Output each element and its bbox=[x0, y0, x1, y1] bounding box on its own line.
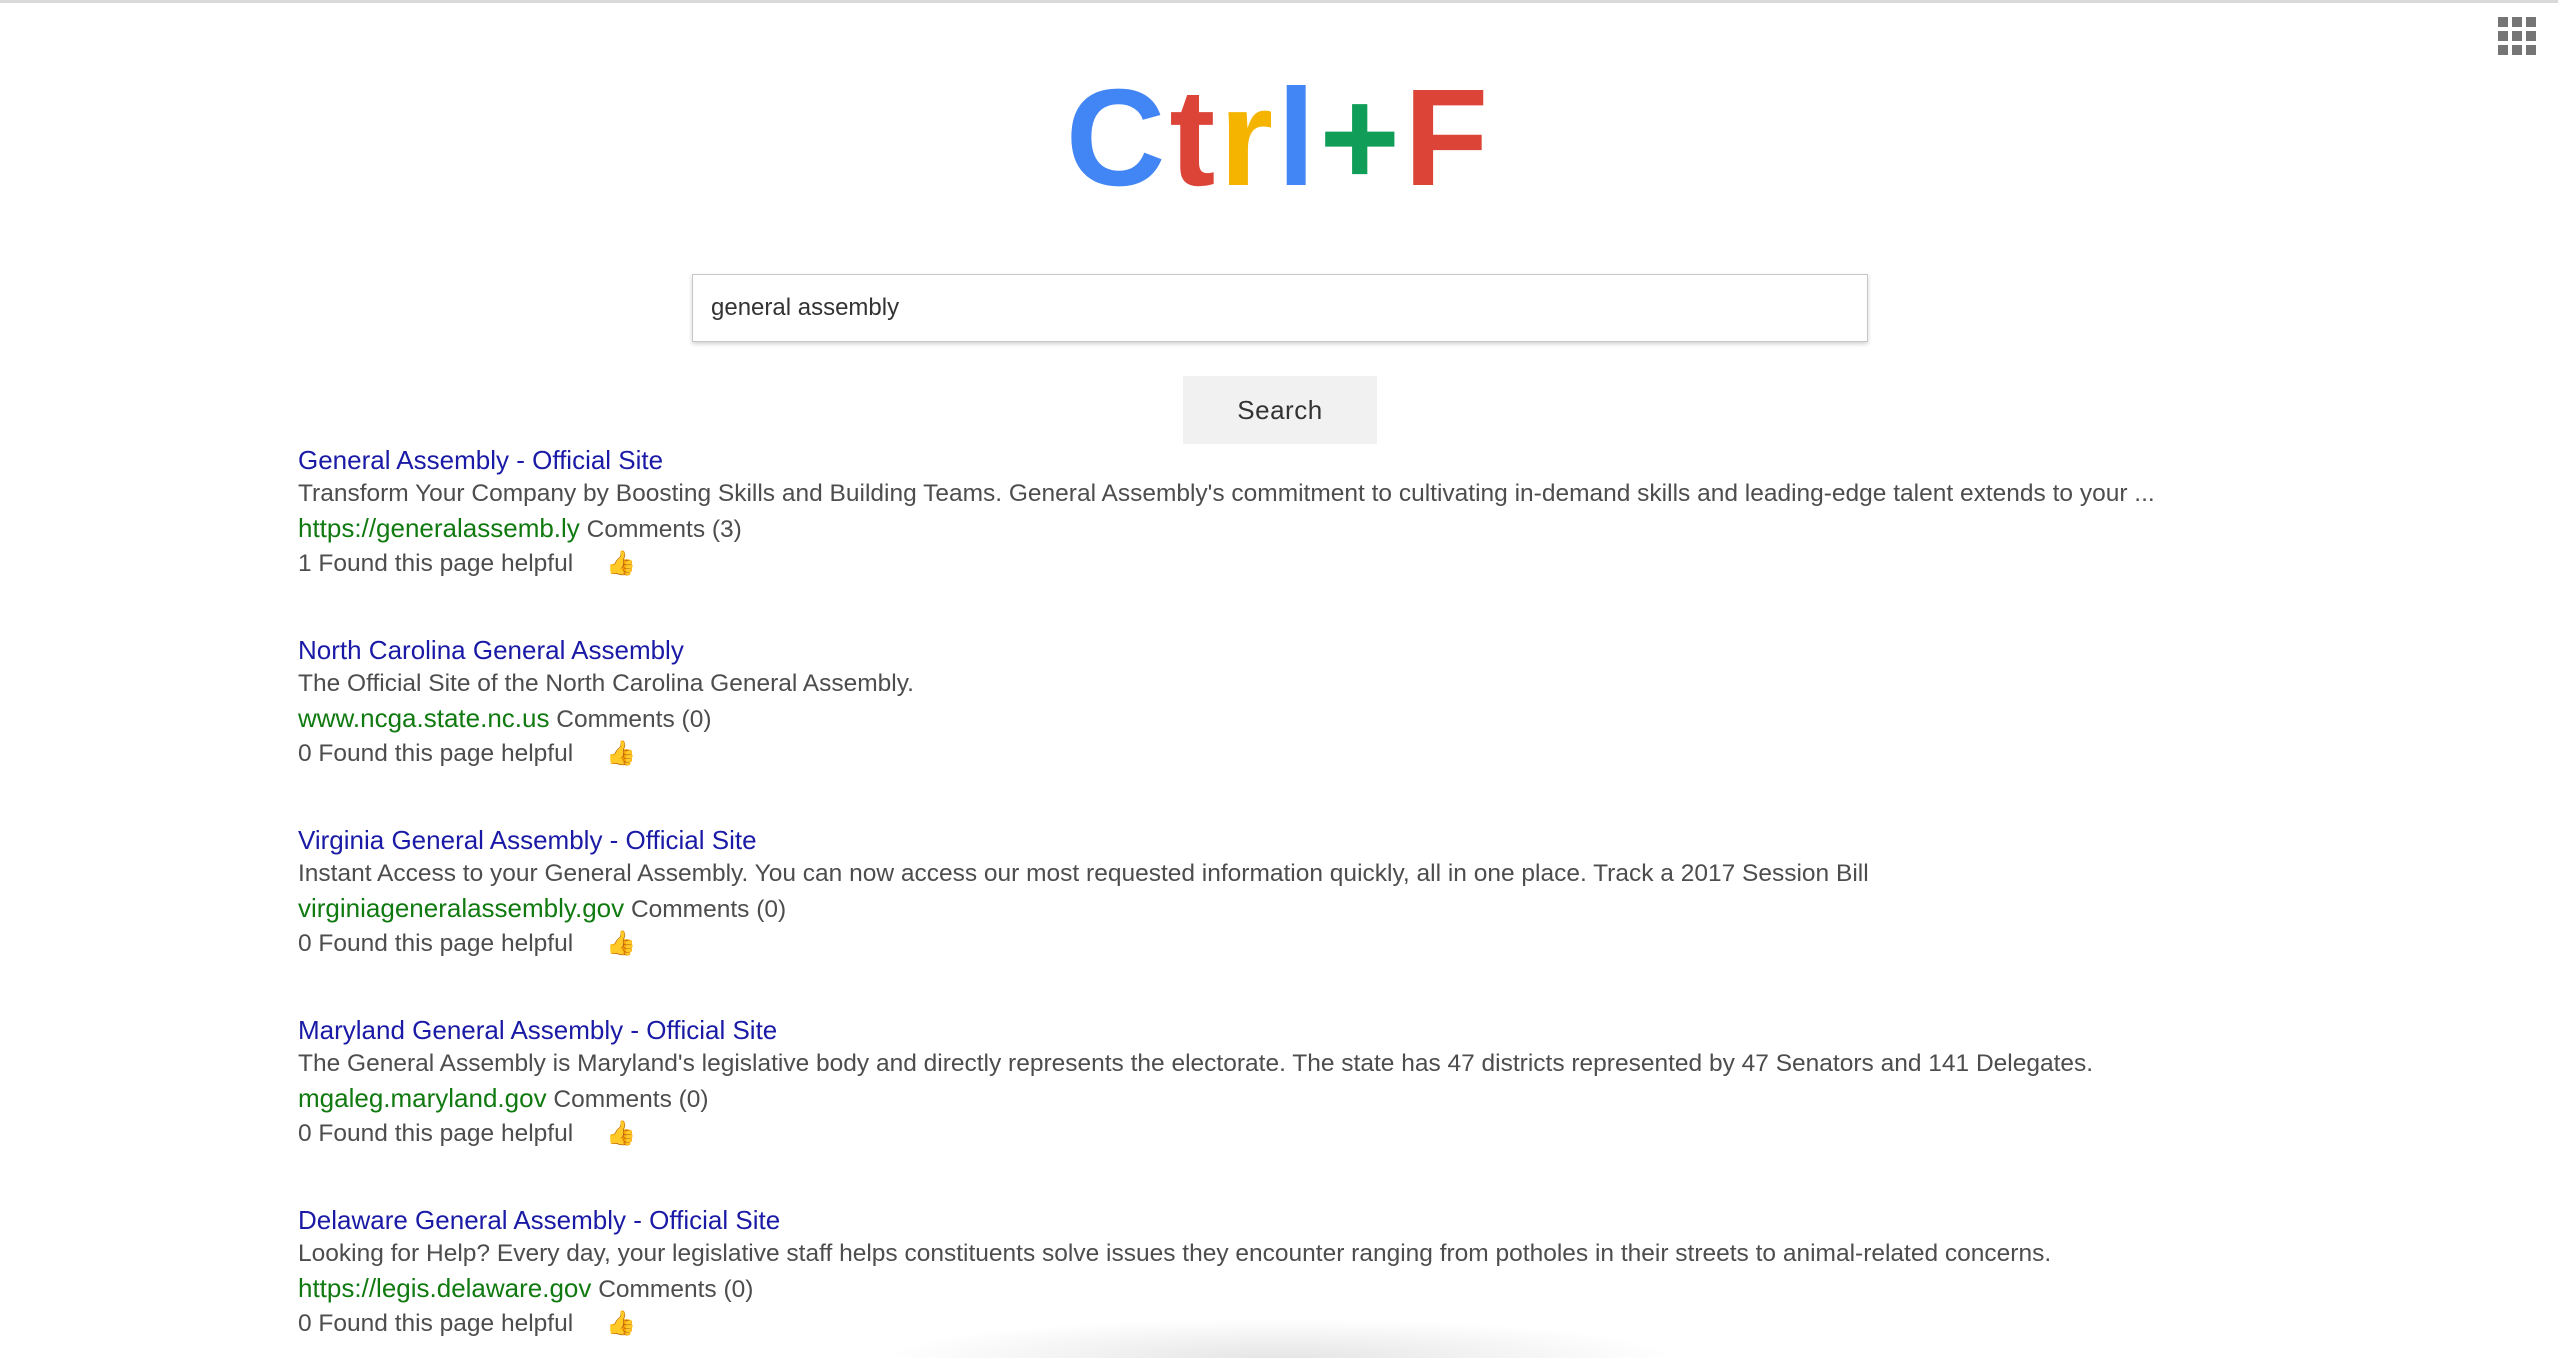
logo-letter: F bbox=[1404, 61, 1493, 215]
result-url-link[interactable]: https://legis.delaware.gov bbox=[298, 1273, 591, 1303]
result-meta: virginiageneralassembly.gov Comments (0) bbox=[298, 891, 2298, 927]
result-snippet: Looking for Help? Every day, your legisl… bbox=[298, 1240, 2052, 1267]
result-comments-link[interactable]: Comments (0) bbox=[553, 1086, 708, 1113]
result-helpful-count: 0 Found this page helpful bbox=[298, 930, 574, 957]
result-snippet: Instant Access to your General Assembly.… bbox=[298, 860, 1869, 887]
search-results: General Assembly - Official Site Transfo… bbox=[298, 443, 2298, 1358]
result-item: General Assembly - Official Site Transfo… bbox=[298, 443, 2298, 633]
result-meta: https://legis.delaware.gov Comments (0) bbox=[298, 1271, 2298, 1307]
result-helpful-count: 1 Found this page helpful bbox=[298, 550, 574, 577]
result-helpful-row: 0 Found this page helpful 👍 bbox=[298, 927, 2298, 961]
apps-grid-dot bbox=[2512, 31, 2522, 41]
logo-letter: + bbox=[1319, 61, 1404, 215]
apps-grid-dot bbox=[2512, 17, 2522, 27]
result-url-link[interactable]: https://generalassemb.ly bbox=[298, 513, 580, 543]
logo-letter: r bbox=[1219, 61, 1278, 215]
result-title-link[interactable]: General Assembly - Official Site bbox=[298, 443, 2298, 477]
apps-grid-dot bbox=[2498, 45, 2508, 55]
result-comments-link[interactable]: Comments (0) bbox=[598, 1276, 753, 1303]
thumbs-up-icon[interactable]: 👍 bbox=[606, 1117, 636, 1151]
result-meta: mgaleg.maryland.gov Comments (0) bbox=[298, 1081, 2298, 1117]
ctrlf-search-page: Ctrl+F Search General Assembly - Officia… bbox=[0, 0, 2558, 1358]
search-input[interactable] bbox=[692, 274, 1868, 342]
logo-letter: l bbox=[1277, 61, 1320, 215]
result-title-link[interactable]: Maryland General Assembly - Official Sit… bbox=[298, 1013, 2298, 1047]
result-helpful-count: 0 Found this page helpful bbox=[298, 1120, 574, 1147]
thumbs-up-icon[interactable]: 👍 bbox=[606, 547, 636, 581]
result-helpful-row: 1 Found this page helpful 👍 bbox=[298, 547, 2298, 581]
result-meta: www.ncga.state.nc.us Comments (0) bbox=[298, 701, 2298, 737]
result-url-link[interactable]: virginiageneralassembly.gov bbox=[298, 893, 624, 923]
bottom-shadow bbox=[880, 1318, 1680, 1358]
result-snippet: The General Assembly is Maryland's legis… bbox=[298, 1050, 2094, 1077]
thumbs-up-icon[interactable]: 👍 bbox=[606, 927, 636, 961]
result-helpful-count: 0 Found this page helpful bbox=[298, 740, 574, 767]
apps-grid-dot bbox=[2526, 17, 2536, 27]
result-title-link[interactable]: Virginia General Assembly - Official Sit… bbox=[298, 823, 2298, 857]
apps-grid-icon[interactable] bbox=[2498, 17, 2536, 55]
result-helpful-row: 0 Found this page helpful 👍 bbox=[298, 737, 2298, 771]
result-meta: https://generalassemb.ly Comments (3) bbox=[298, 511, 2298, 547]
result-comments-link[interactable]: Comments (0) bbox=[556, 706, 711, 733]
thumbs-up-icon[interactable]: 👍 bbox=[606, 737, 636, 771]
result-url-link[interactable]: www.ncga.state.nc.us bbox=[298, 703, 549, 733]
result-item: Virginia General Assembly - Official Sit… bbox=[298, 823, 2298, 1013]
result-title-link[interactable]: North Carolina General Assembly bbox=[298, 633, 2298, 667]
apps-grid-dot bbox=[2526, 45, 2536, 55]
result-comments-link[interactable]: Comments (0) bbox=[631, 896, 786, 923]
apps-grid-dot bbox=[2498, 17, 2508, 27]
result-item: Maryland General Assembly - Official Sit… bbox=[298, 1013, 2298, 1203]
result-item: North Carolina General Assembly The Offi… bbox=[298, 633, 2298, 823]
result-helpful-row: 0 Found this page helpful 👍 bbox=[298, 1117, 2298, 1151]
logo-letter: C bbox=[1065, 61, 1170, 215]
logo-letter: t bbox=[1169, 61, 1220, 215]
result-snippet: The Official Site of the North Carolina … bbox=[298, 670, 914, 697]
apps-grid-dot bbox=[2498, 31, 2508, 41]
apps-grid-dot bbox=[2526, 31, 2536, 41]
result-snippet: Transform Your Company by Boosting Skill… bbox=[298, 480, 2155, 507]
result-helpful-count: 0 Found this page helpful bbox=[298, 1310, 574, 1337]
search-button[interactable]: Search bbox=[1183, 376, 1377, 444]
result-url-link[interactable]: mgaleg.maryland.gov bbox=[298, 1083, 547, 1113]
result-title-link[interactable]: Delaware General Assembly - Official Sit… bbox=[298, 1203, 2298, 1237]
thumbs-up-icon[interactable]: 👍 bbox=[606, 1307, 636, 1341]
result-comments-link[interactable]: Comments (3) bbox=[587, 516, 742, 543]
apps-grid-dot bbox=[2512, 45, 2522, 55]
ctrlf-logo: Ctrl+F bbox=[0, 63, 2558, 213]
